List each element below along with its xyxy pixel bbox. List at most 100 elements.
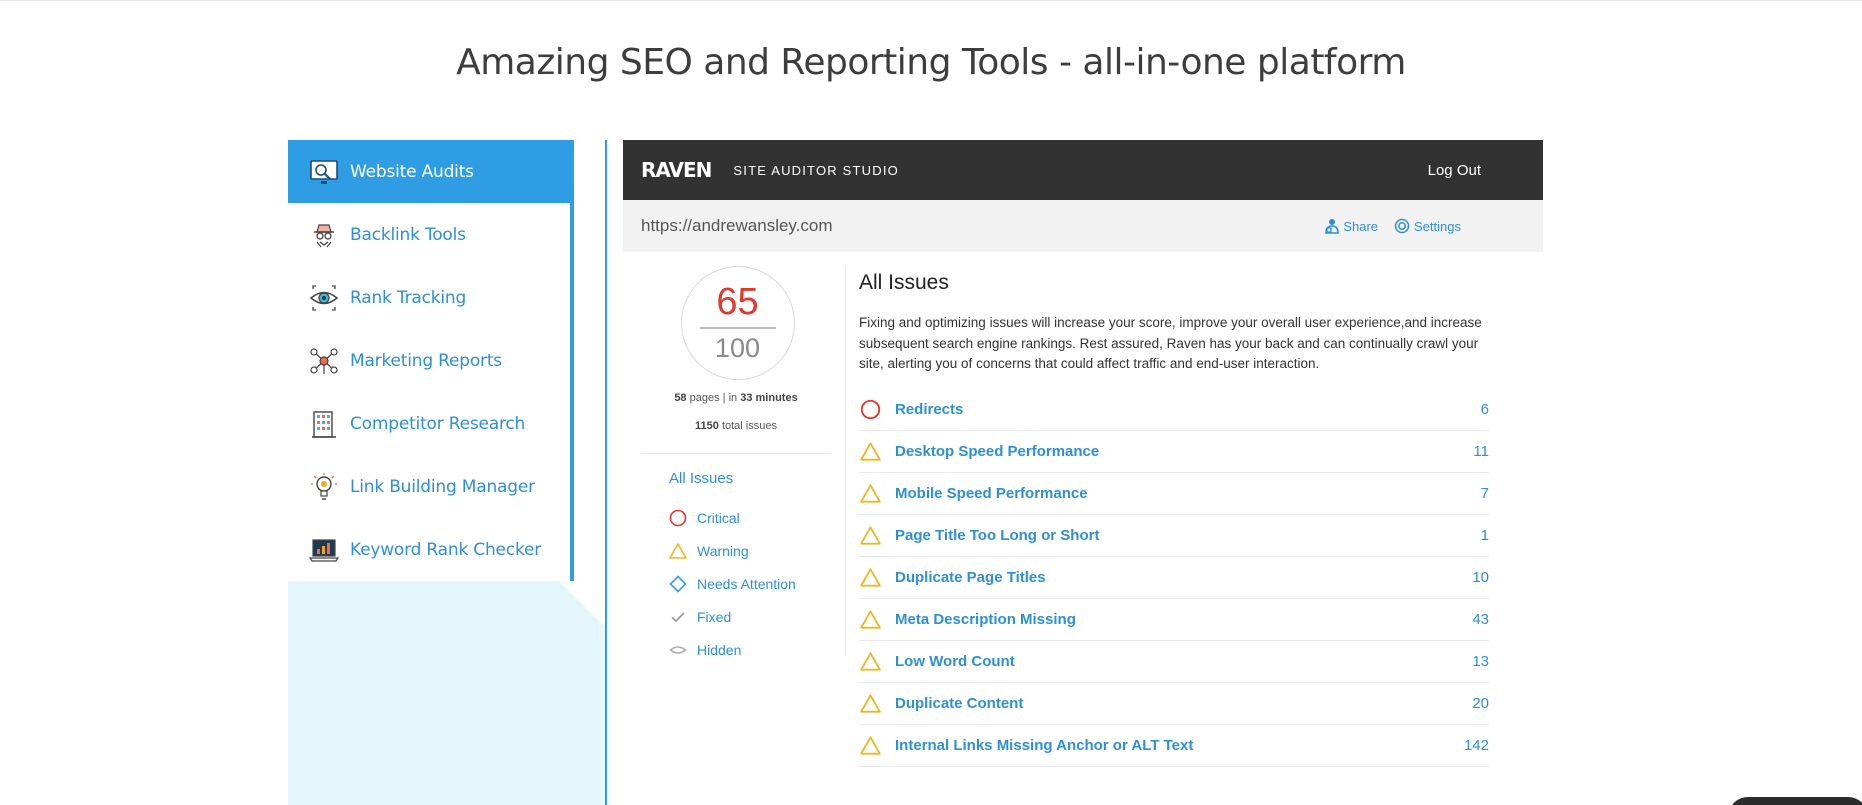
issue-row[interactable]: Duplicate Content 20 bbox=[859, 683, 1489, 725]
laptop-chart-icon bbox=[308, 534, 340, 566]
issue-label: Low Word Count bbox=[895, 652, 1015, 670]
filter-label: Fixed bbox=[697, 608, 732, 625]
share-label: Share bbox=[1343, 218, 1379, 234]
critical-circle-icon bbox=[669, 509, 687, 527]
app-header: RAVEN SITE AUDITOR STUDIO Log Out bbox=[623, 140, 1543, 200]
issue-label: Desktop Speed Performance bbox=[895, 442, 1100, 460]
building-icon bbox=[308, 408, 340, 440]
issue-count: 10 bbox=[1472, 568, 1489, 586]
tool-label: Keyword Rank Checker bbox=[350, 539, 542, 560]
tool-website-audits[interactable]: Website Audits bbox=[288, 140, 574, 203]
warning-triangle-icon bbox=[859, 566, 881, 588]
critical-circle-icon bbox=[859, 398, 881, 420]
top-divider bbox=[0, 0, 1862, 1]
score-max: 100 bbox=[714, 333, 761, 363]
attention-diamond-icon bbox=[669, 574, 687, 593]
filter-fixed[interactable]: Fixed bbox=[669, 600, 796, 633]
tool-keyword-rank-checker[interactable]: Keyword Rank Checker bbox=[288, 518, 570, 581]
tool-label: Competitor Research bbox=[350, 413, 526, 434]
issue-count: 142 bbox=[1463, 736, 1489, 754]
share-button[interactable]: Share bbox=[1325, 218, 1378, 234]
issue-label: Meta Description Missing bbox=[895, 610, 1076, 628]
raven-logo[interactable]: RAVEN bbox=[641, 158, 712, 182]
warning-triangle-icon bbox=[859, 482, 881, 504]
score-divider-line bbox=[641, 453, 831, 454]
warning-triangle-icon bbox=[859, 650, 881, 672]
time-prefix: in bbox=[728, 392, 738, 404]
issue-row[interactable]: Page Title Too Long or Short 1 bbox=[859, 515, 1489, 557]
filter-hidden[interactable]: Hidden bbox=[669, 633, 796, 666]
issue-count: 43 bbox=[1472, 610, 1489, 628]
site-auditor-screenshot: RAVEN SITE AUDITOR STUDIO Log Out https:… bbox=[623, 140, 1543, 805]
pages-separator: | bbox=[722, 392, 726, 404]
checkmark-icon bbox=[669, 608, 687, 626]
filter-label: Needs Attention bbox=[697, 575, 796, 592]
tool-competitor-research[interactable]: Competitor Research bbox=[288, 392, 570, 455]
pages-label: pages bbox=[689, 392, 720, 404]
issue-label: Redirects bbox=[895, 400, 964, 418]
filter-critical[interactable]: Critical bbox=[669, 501, 796, 534]
gear-icon bbox=[1394, 218, 1410, 234]
tool-label: Backlink Tools bbox=[350, 224, 466, 245]
warning-triangle-icon bbox=[669, 542, 687, 560]
issues-count: 1150 bbox=[695, 420, 719, 432]
issue-label: Page Title Too Long or Short bbox=[895, 526, 1100, 544]
hidden-eye-icon bbox=[669, 641, 687, 659]
tool-link-building-manager[interactable]: Link Building Manager bbox=[288, 455, 570, 518]
issue-filters: All Issues Critical Warning Needs Attentio… bbox=[669, 470, 796, 666]
issue-row[interactable]: Internal Links Missing Anchor or ALT Tex… bbox=[859, 725, 1489, 767]
crawl-time: 33 minutes bbox=[740, 392, 798, 404]
score-divider bbox=[700, 327, 776, 329]
issue-count: 1 bbox=[1480, 526, 1489, 544]
issue-count: 13 bbox=[1472, 652, 1489, 670]
issue-row[interactable]: Desktop Speed Performance 11 bbox=[859, 431, 1489, 473]
eye-icon bbox=[308, 282, 340, 314]
issue-row[interactable]: Redirects 6 bbox=[859, 389, 1489, 431]
tool-label: Marketing Reports bbox=[350, 350, 502, 371]
audit-content: 65 100 58 pages | in 33 minutes 1150 tot… bbox=[623, 252, 1543, 805]
website-audit-icon bbox=[308, 156, 340, 188]
settings-button[interactable]: Settings bbox=[1394, 218, 1461, 234]
issue-row[interactable]: Meta Description Missing 43 bbox=[859, 599, 1489, 641]
tool-label: Link Building Manager bbox=[350, 476, 535, 497]
tool-marketing-reports[interactable]: Marketing Reports bbox=[288, 329, 570, 392]
warning-triangle-icon bbox=[859, 440, 881, 462]
tool-label: Website Audits bbox=[350, 161, 474, 182]
menu-divider-line bbox=[605, 140, 607, 805]
settings-label: Settings bbox=[1414, 218, 1461, 234]
filter-needs-attention[interactable]: Needs Attention bbox=[669, 567, 796, 600]
tools-background-panel bbox=[288, 580, 606, 805]
tool-label: Rank Tracking bbox=[350, 287, 467, 308]
issues-description: Fixing and optimizing issues will increa… bbox=[859, 315, 1482, 371]
issue-count: 6 bbox=[1480, 400, 1489, 418]
tool-menu: Website Audits Backlink Tools Rank Trackin… bbox=[288, 140, 574, 581]
score-value: 65 bbox=[716, 281, 759, 323]
tool-backlink-tools[interactable]: Backlink Tools bbox=[288, 203, 570, 266]
logout-link[interactable]: Log Out bbox=[1428, 162, 1481, 179]
spy-icon bbox=[308, 219, 340, 251]
warning-triangle-icon bbox=[859, 734, 881, 756]
issue-count: 11 bbox=[1473, 442, 1489, 460]
issue-row[interactable]: Mobile Speed Performance 7 bbox=[859, 473, 1489, 515]
chat-widget-button[interactable] bbox=[1728, 797, 1862, 805]
lightbulb-icon bbox=[308, 471, 340, 503]
page-headline: Amazing SEO and Reporting Tools - all-in… bbox=[456, 42, 1406, 83]
product-name: SITE AUDITOR STUDIO bbox=[733, 162, 899, 178]
issue-label: Duplicate Page Titles bbox=[895, 568, 1046, 586]
share-user-icon bbox=[1325, 219, 1340, 234]
warning-triangle-icon bbox=[859, 692, 881, 714]
warning-triangle-icon bbox=[859, 608, 881, 630]
column-divider bbox=[845, 266, 846, 656]
issue-count: 20 bbox=[1472, 694, 1489, 712]
filter-warning[interactable]: Warning bbox=[669, 534, 796, 567]
tool-rank-tracking[interactable]: Rank Tracking bbox=[288, 266, 570, 329]
total-issues: 1150 total issues bbox=[641, 420, 831, 432]
issue-row[interactable]: Duplicate Page Titles 10 bbox=[859, 557, 1489, 599]
filter-label: Warning bbox=[697, 542, 749, 559]
pages-count: 58 bbox=[674, 392, 687, 404]
warning-triangle-icon bbox=[859, 524, 881, 546]
network-icon bbox=[308, 345, 340, 377]
issues-panel: All Issues Fixing and optimizing issues … bbox=[859, 252, 1489, 767]
issue-row[interactable]: Low Word Count 13 bbox=[859, 641, 1489, 683]
filter-all-issues[interactable]: All Issues bbox=[669, 470, 796, 487]
